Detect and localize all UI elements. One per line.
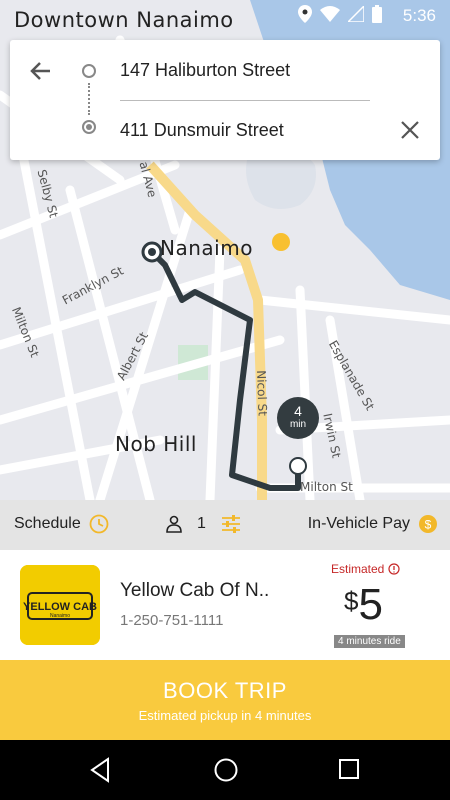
estimated-label: Estimated (331, 562, 400, 576)
map-label-nob-hill: Nob Hill (115, 432, 197, 456)
cab-name: Yellow Cab Of N.. (120, 580, 270, 601)
eta-unit: min (289, 419, 307, 430)
estimated-text: Estimated (331, 562, 385, 576)
ride-time-badge: 4 minutes ride (334, 635, 405, 648)
map-street-milton-bottom: Milton St (300, 480, 353, 494)
passenger-count: 1 (197, 515, 206, 532)
signal-icon (348, 6, 364, 22)
nav-recents-icon[interactable] (338, 758, 360, 780)
book-trip-subtitle: Estimated pickup in 4 minutes (138, 708, 312, 723)
destination-field[interactable]: 411 Dunsmuir Street (120, 120, 284, 141)
book-trip-label: BOOK TRIP (163, 678, 287, 703)
person-icon (166, 515, 182, 533)
price: $5 (344, 580, 383, 630)
route-connector (88, 83, 90, 115)
map-label-nanaimo: Nanaimo (160, 236, 253, 260)
book-trip-button[interactable]: BOOK TRIP Estimated pickup in 4 minutes (0, 660, 450, 740)
cab-phone[interactable]: 1-250-751-1111 (120, 612, 223, 629)
yellow-cab-logo-icon: YELLOW CAB Nanaimo (20, 565, 100, 645)
nav-back-icon[interactable] (88, 757, 112, 783)
svg-text:Nanaimo: Nanaimo (50, 613, 70, 619)
cab-option[interactable]: YELLOW CAB Nanaimo Yellow Cab Of N.. 1-2… (0, 550, 450, 660)
location-icon (298, 5, 312, 23)
eta-bubble: 4 min (277, 397, 319, 439)
status-time: 5:36 (402, 6, 436, 25)
price-symbol: $ (344, 586, 359, 616)
arrow-back-icon (30, 62, 50, 80)
price-value: 5 (358, 580, 383, 629)
payment-button[interactable]: In-Vehicle Pay $ (308, 514, 438, 534)
wifi-icon (320, 6, 340, 22)
info-icon[interactable] (388, 563, 400, 575)
payment-label: In-Vehicle Pay (307, 515, 410, 532)
close-icon (401, 121, 419, 139)
battery-icon (372, 5, 382, 23)
map-street-nicol: Nicol St (254, 370, 270, 417)
status-bar: Downtown Nanaimo 5:36 (0, 0, 450, 32)
svg-text:$: $ (425, 518, 432, 532)
dollar-coin-icon: $ (419, 515, 437, 533)
back-button[interactable] (26, 56, 56, 86)
schedule-button[interactable]: Schedule (14, 514, 109, 534)
cab-logo: YELLOW CAB Nanaimo (20, 565, 100, 645)
status-icons (298, 5, 382, 23)
nav-home-icon[interactable] (213, 757, 239, 783)
origin-marker-icon (82, 64, 96, 78)
schedule-label: Schedule (14, 515, 81, 532)
passengers-selector[interactable]: 1 (165, 514, 242, 534)
status-title: Downtown Nanaimo (14, 8, 234, 32)
origin-field[interactable]: 147 Haliburton Street (120, 60, 290, 81)
filter-sliders-icon (221, 515, 240, 533)
divider (120, 100, 370, 101)
eta-value: 4 (294, 403, 302, 419)
clear-destination-button[interactable] (398, 118, 422, 142)
route-card: 147 Haliburton Street 411 Dunsmuir Stree… (10, 40, 440, 160)
svg-text:YELLOW CAB: YELLOW CAB (23, 601, 97, 613)
options-bar: Schedule 1 In-Vehicle Pay $ (0, 500, 450, 550)
destination-marker-icon (82, 120, 96, 134)
clock-icon (89, 514, 109, 534)
android-nav-bar (0, 740, 450, 800)
